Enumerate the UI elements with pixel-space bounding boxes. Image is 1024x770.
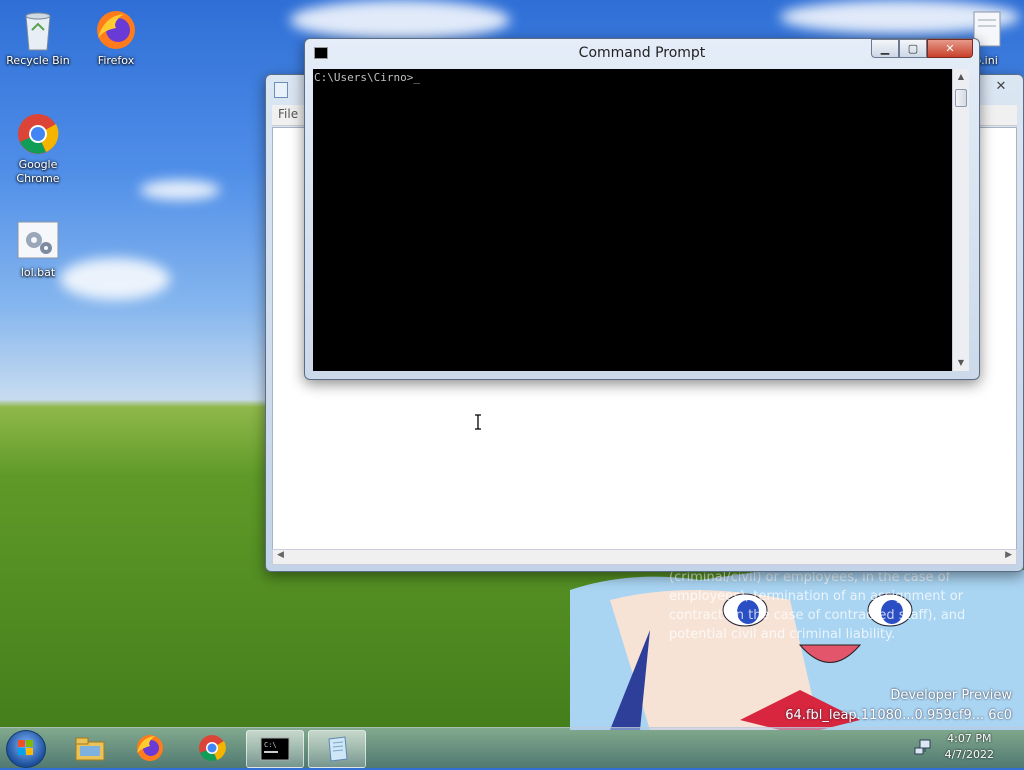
watermark-line: 64.fbl_leap.11080...0.959cf9... 6c0 [785, 708, 1012, 723]
desktop-icon-recycle-bin[interactable]: Recycle Bin [0, 8, 76, 68]
desktop-icon-label: lol.bat [20, 266, 56, 279]
system-clock[interactable]: 4:07 PM 4/7/2022 [945, 731, 994, 763]
command-prompt-window[interactable]: Command Prompt ▁ ▢ ✕ C:\Users\Cirno>_ ▲ … [304, 38, 980, 380]
svg-text:C:\: C:\ [264, 741, 277, 749]
recycle-bin-icon [16, 8, 60, 52]
desktop-icon-lol-bat[interactable]: lol.bat [0, 220, 76, 280]
cmd-prompt-text: C:\Users\Cirno> [314, 71, 414, 84]
clock-date: 4/7/2022 [944, 748, 994, 761]
cmd-cursor: _ [413, 71, 420, 84]
scroll-down-icon[interactable]: ▼ [953, 355, 969, 371]
cloud [140, 180, 220, 200]
close-button[interactable]: ✕ [927, 39, 973, 58]
cloud [290, 0, 510, 40]
taskbar: C:\ 4:07 PM 4/7/2022 [0, 727, 1024, 768]
network-icon[interactable] [914, 738, 932, 759]
clock-time: 4:07 PM [947, 732, 992, 745]
cmd-vscrollbar[interactable]: ▲ ▼ [952, 69, 969, 371]
wallpaper-overlay-text: (criminal/civil) or employees, in the ca… [669, 568, 969, 644]
chrome-icon [16, 112, 60, 156]
explorer-icon[interactable] [62, 730, 118, 766]
cmd-console[interactable]: C:\Users\Cirno>_ [313, 69, 953, 371]
overlay-line: contract (in the case of contracted staf… [669, 608, 966, 623]
desktop-icon-label: Firefox [97, 54, 135, 67]
ibeam-cursor [474, 414, 482, 430]
desktop-icon-firefox[interactable]: Firefox [78, 8, 154, 68]
maximize-button[interactable]: ▢ [899, 39, 927, 58]
desktop-icon-chrome[interactable]: Google Chrome [0, 112, 76, 186]
build-watermark: Developer Preview 64.fbl_leap.11080...0.… [785, 686, 1012, 726]
menu-file[interactable]: File [272, 105, 304, 123]
minimize-button[interactable]: ▁ [871, 39, 899, 58]
windows-start-icon[interactable] [6, 730, 46, 768]
cloud [60, 258, 170, 300]
scroll-up-icon[interactable]: ▲ [953, 69, 969, 85]
desktop-icon-label: Recycle Bin [6, 54, 70, 67]
overlay-line: employees), termination of an assignment… [669, 589, 964, 604]
notepad-close-button[interactable]: ✕ [993, 79, 1009, 94]
scroll-thumb[interactable] [955, 89, 967, 107]
watermark-line: Developer Preview [890, 688, 1012, 703]
firefox-icon[interactable] [122, 730, 178, 766]
cmd-icon[interactable]: C:\ [246, 730, 304, 768]
overlay-line: potential civil and criminal liability. [669, 627, 896, 642]
notepad-icon[interactable] [308, 730, 366, 768]
desktop-icon-label: Google Chrome [16, 158, 60, 185]
notepad-hscrollbar[interactable]: ◀ ▶ [272, 549, 1017, 565]
cmd-caption-buttons: ▁ ▢ ✕ [871, 39, 973, 58]
scroll-left-icon[interactable]: ◀ [277, 550, 284, 560]
scroll-right-icon[interactable]: ▶ [1005, 550, 1012, 560]
batch-file-icon [16, 220, 60, 264]
chrome-icon[interactable] [184, 730, 240, 766]
firefox-icon [94, 8, 138, 52]
notepad-title-icon [274, 82, 288, 98]
